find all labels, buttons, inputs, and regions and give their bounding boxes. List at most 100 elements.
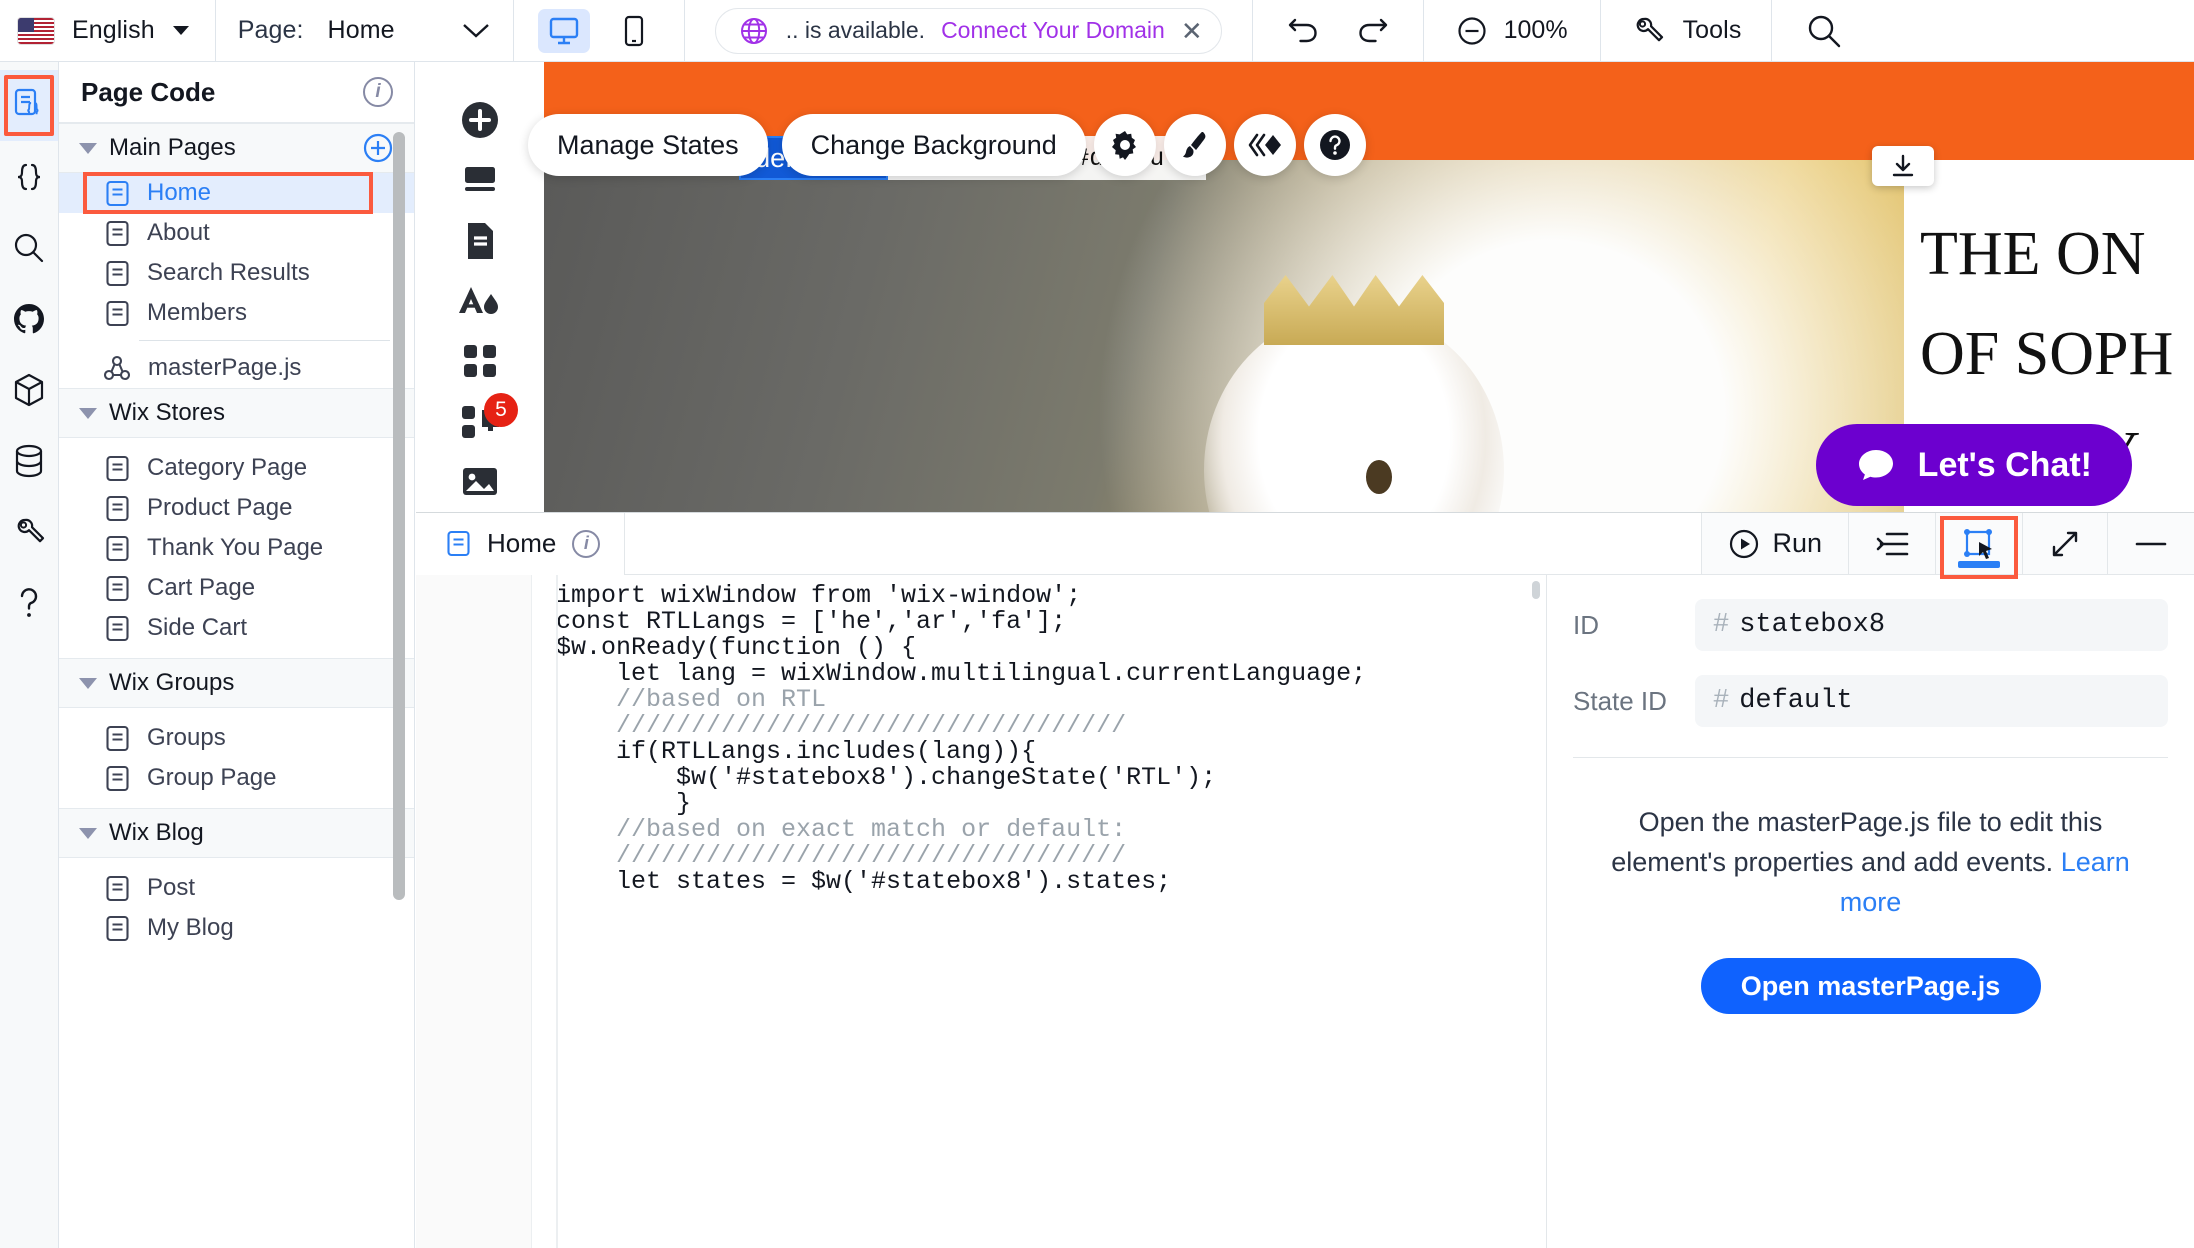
settings-button[interactable] [1093,114,1156,176]
run-button[interactable]: Run [1702,512,1849,575]
connect-domain-link[interactable]: Connect Your Domain [941,17,1165,44]
language-selector[interactable]: English [0,0,216,61]
page-icon [106,180,129,206]
desktop-view-button[interactable] [537,8,590,53]
page-item-side-cart[interactable]: Side Cart [59,608,414,648]
page-item-label: Cart Page [147,574,256,601]
packages-icon [14,373,44,406]
lets-chat-button[interactable]: Let's Chat! [1815,424,2132,506]
line-text: import wixWindow from 'wix-window'; [556,581,1082,610]
sidebar-item-github[interactable] [0,283,58,354]
sidebar-item-packages[interactable] [0,354,58,425]
page-item-home[interactable]: Home [59,172,414,214]
domain-notice-text: .. is available. [785,17,926,43]
add-elements-button[interactable] [416,90,544,150]
globe-icon [738,15,770,47]
group-header-wix-groups[interactable]: Wix Groups [59,658,414,708]
page-item-members[interactable]: Members [59,293,414,333]
add-section-icon [465,167,495,192]
search-section[interactable] [1772,0,1876,61]
search-icon[interactable] [1806,13,1842,49]
chevron-down-icon [172,26,189,35]
page-item-groups[interactable]: Groups [59,718,414,758]
properties-panel-button[interactable] [1936,512,2023,579]
code-line: 25 } [416,791,1546,817]
zoom-section[interactable]: 100% [1424,0,1601,61]
id-field[interactable]: # statebox8 [1695,599,2168,651]
page-item-post[interactable]: Post [59,868,414,908]
open-masterpage-button[interactable]: Open masterPage.js [1700,958,2041,1014]
page-icon [106,260,129,286]
design-button[interactable] [1163,114,1226,176]
page-name-label: Home [327,16,395,44]
code-scrollbar[interactable] [1532,581,1540,599]
installed-apps-button[interactable]: 5 [416,391,544,451]
code-line: 21 //based on RTL [416,687,1546,713]
top-toolbar: English Page: Home .. is available. Conn… [0,0,2194,62]
page-item-group-page[interactable]: Group Page [59,758,414,798]
sidebar-item-database[interactable] [0,425,58,496]
page-item-masterpage[interactable]: masterPage.js [59,348,414,388]
page-item-label: Product Page [147,494,293,521]
page-item-search-results[interactable]: Search Results [59,253,414,293]
page-item-product-page[interactable]: Product Page [59,488,414,528]
sidebar-item-page-code[interactable] [0,70,58,141]
code-area[interactable]: 17import wixWindow from 'wix-window'; 18… [416,575,1546,1248]
crown-shape [1264,275,1444,345]
info-icon[interactable]: i [572,529,601,558]
sidebar-item-help[interactable] [0,567,58,638]
sidebar-item-tools[interactable] [0,496,58,567]
manage-states-button[interactable]: Manage States [528,114,768,176]
tools-section[interactable]: Tools [1601,0,1773,61]
group-header-main-pages[interactable]: Main Pages [59,123,414,173]
line-text: if(RTLLangs.includes(lang)){ [556,737,1037,766]
chat-bubble-icon [1858,450,1893,480]
code-braces-icon [17,163,41,190]
page-item-cart-page[interactable]: Cart Page [59,568,414,608]
page-selector[interactable]: Page: Home [216,0,514,61]
page-code-icon [14,88,39,115]
pages-menu-button[interactable] [416,211,544,271]
media-icon [463,467,497,495]
page-icon [106,765,129,791]
domain-notice-pill[interactable]: .. is available. Connect Your Domain ✕ [714,7,1222,54]
animation-button[interactable] [1233,114,1296,176]
page-item-my-blog[interactable]: My Blog [59,908,414,948]
redo-icon[interactable] [1353,16,1389,46]
zoom-out-icon[interactable] [1456,15,1488,47]
page-title: Page Code [81,76,216,107]
info-icon[interactable]: i [363,77,393,107]
apps-icon [464,345,496,378]
panel-scrollbar[interactable] [393,132,405,900]
format-code-button[interactable] [1849,512,1936,575]
canvas-tool-rail: 5 [416,62,544,512]
add-section-button[interactable] [416,150,544,210]
help-button[interactable] [1303,114,1366,176]
expand-button[interactable] [2023,512,2108,575]
minimize-button[interactable] [2108,513,2194,575]
theme-design-button[interactable] [416,271,544,331]
sidebar-item-code-files[interactable] [0,141,58,212]
page-item-about[interactable]: About [59,213,414,253]
close-icon[interactable]: ✕ [1181,18,1203,44]
database-icon [15,444,43,477]
media-button[interactable] [416,452,544,512]
group-header-wix-stores[interactable]: Wix Stores [59,388,414,438]
id-value: statebox8 [1739,610,1886,640]
code-line: 19$w.onReady(function () { [416,635,1546,661]
group-header-wix-blog[interactable]: Wix Blog [59,808,414,858]
sidebar-item-search[interactable] [0,212,58,283]
page-item-label: Post [147,874,196,901]
help-icon [1319,130,1350,160]
change-background-button[interactable]: Change Background [781,114,1086,176]
state-id-field[interactable]: # default [1695,675,2168,727]
add-page-icon[interactable] [362,132,394,164]
page-item-category-page[interactable]: Category Page [59,448,414,488]
apps-button[interactable] [416,331,544,391]
page-item-thank-you-page[interactable]: Thank You Page [59,528,414,568]
editor-tab-home[interactable]: Home i [416,512,626,575]
download-icon[interactable] [1872,146,1934,186]
properties-note-text: Open the masterPage.js file to edit this… [1611,807,2103,877]
mobile-view-button[interactable] [608,9,660,53]
undo-icon[interactable] [1287,16,1323,46]
